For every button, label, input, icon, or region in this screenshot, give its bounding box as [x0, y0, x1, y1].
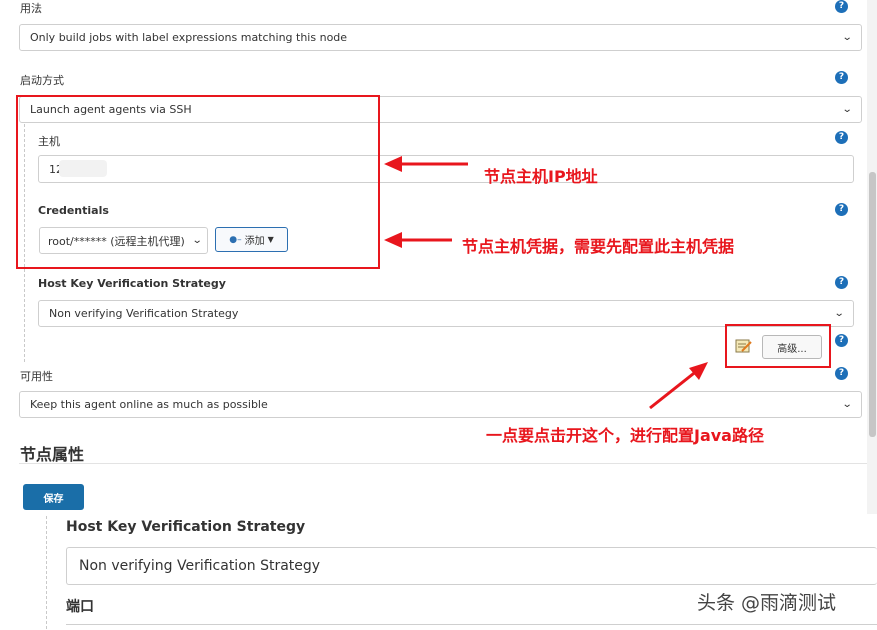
- heading-divider: [19, 463, 867, 464]
- watermark: 头条 @雨滴测试: [697, 592, 837, 614]
- chevron-down-icon: ⌄: [833, 308, 845, 319]
- overlay-port-input[interactable]: [66, 624, 877, 630]
- save-button[interactable]: 保存: [23, 484, 84, 510]
- overlay-host-key-select[interactable]: Non verifying Verification Strategy: [66, 547, 877, 585]
- host-key-select-value: Non verifying Verification Strategy: [49, 307, 239, 320]
- usage-help-icon[interactable]: ?: [835, 0, 848, 13]
- annotation-host-ip: 节点主机IP地址: [484, 167, 598, 186]
- launch-label: 启动方式: [20, 74, 64, 87]
- annotation-advanced: 一点要点击开这个，进行配置Java路径: [486, 426, 764, 445]
- chevron-down-icon: ⌄: [841, 399, 853, 410]
- availability-select-value: Keep this agent online as much as possib…: [30, 398, 268, 411]
- overlay-host-key-label: Host Key Verification Strategy: [66, 519, 306, 535]
- host-help-icon[interactable]: ?: [835, 131, 848, 144]
- availability-label: 可用性: [20, 370, 53, 383]
- overlay-host-key-value: Non verifying Verification Strategy: [79, 558, 321, 574]
- credentials-help-icon[interactable]: ?: [835, 203, 848, 216]
- availability-help-icon[interactable]: ?: [835, 367, 848, 380]
- advanced-help-icon[interactable]: ?: [835, 334, 848, 347]
- node-properties-heading: 节点属性: [20, 445, 85, 464]
- host-key-select[interactable]: Non verifying Verification Strategy ⌄: [38, 300, 854, 327]
- launch-highlight-box: [16, 95, 380, 269]
- scrollbar-thumb[interactable]: [869, 172, 876, 437]
- chevron-down-icon: ⌄: [841, 32, 853, 43]
- usage-label: 用法: [20, 2, 42, 15]
- chevron-down-icon: ⌄: [841, 104, 853, 115]
- usage-select[interactable]: Only build jobs with label expressions m…: [19, 24, 862, 51]
- advanced-highlight-box: [725, 324, 831, 368]
- usage-select-value: Only build jobs with label expressions m…: [30, 31, 348, 44]
- launch-help-icon[interactable]: ?: [835, 71, 848, 84]
- overlay-port-label: 端口: [66, 599, 94, 615]
- overlay-section-guide: [46, 516, 47, 629]
- annotation-credentials: 节点主机凭据，需要先配置此主机凭据: [462, 237, 735, 256]
- availability-select[interactable]: Keep this agent online as much as possib…: [19, 391, 862, 418]
- host-key-help-icon[interactable]: ?: [835, 276, 848, 289]
- host-key-label: Host Key Verification Strategy: [38, 277, 226, 290]
